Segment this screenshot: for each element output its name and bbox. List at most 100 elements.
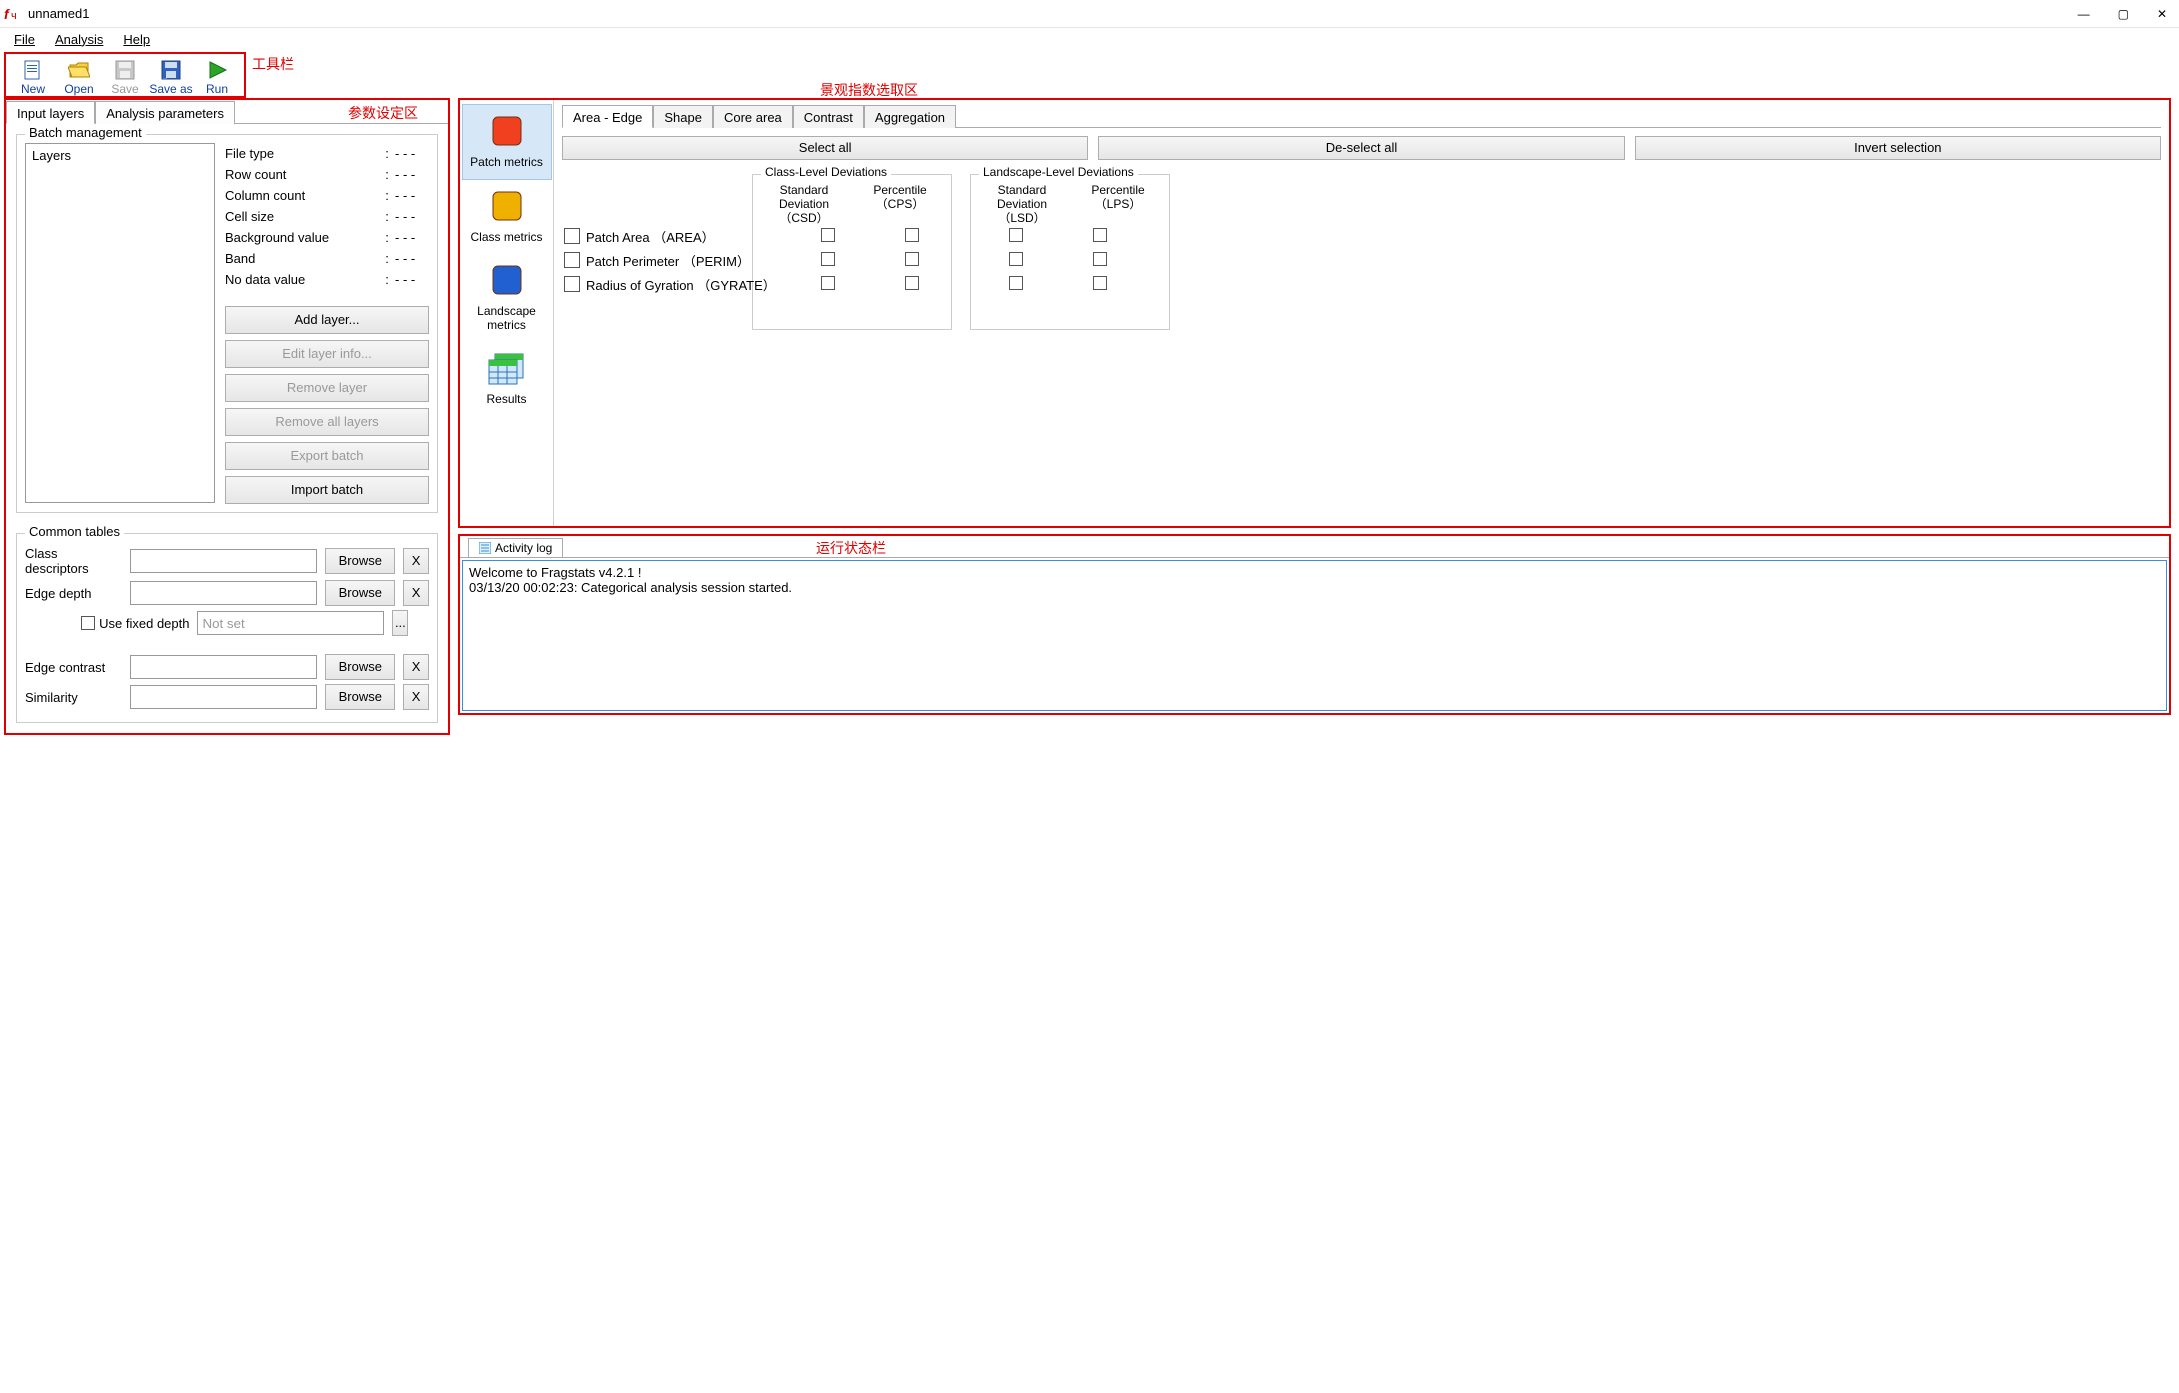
titlebar: fч unnamed1 — ▢ ✕ <box>0 0 2179 28</box>
select-all-button[interactable]: Select all <box>562 136 1088 160</box>
meta-row-1: Row count:- - - <box>225 164 429 185</box>
patch-icon <box>487 111 527 151</box>
tab-input-layers[interactable]: Input layers <box>6 101 95 124</box>
batch-legend: Batch management <box>25 125 146 140</box>
csd-checkbox-0[interactable] <box>821 228 835 242</box>
metric-checkbox-1[interactable] <box>564 252 580 268</box>
menu-file[interactable]: File <box>6 30 43 49</box>
de-select-all-button[interactable]: De-select all <box>1098 136 1624 160</box>
menu-help[interactable]: Help <box>115 30 158 49</box>
row-class-descriptors: Class descriptors Browse X <box>25 546 429 576</box>
add-button[interactable]: Add layer... <box>225 306 429 334</box>
close-button[interactable]: ✕ <box>2157 7 2167 21</box>
import-button[interactable]: Import batch <box>225 476 429 504</box>
activity-log-tab[interactable]: Activity log <box>468 538 563 557</box>
lps-checkbox-0[interactable] <box>1093 228 1107 242</box>
browse-edge-depth[interactable]: Browse <box>325 580 395 606</box>
activity-log-body[interactable]: Welcome to Fragstats v4.2.1 ! 03/13/20 0… <box>462 560 2167 711</box>
meta-row-0: File type:- - - <box>225 143 429 164</box>
svg-text:f: f <box>4 6 10 22</box>
metric-checkbox-2[interactable] <box>564 276 580 292</box>
new-button[interactable]: New <box>10 56 56 96</box>
csd-checkbox-2[interactable] <box>821 276 835 290</box>
browse-similarity[interactable]: Browse <box>325 684 395 710</box>
metric-checkbox-0[interactable] <box>564 228 580 244</box>
csd-checkbox-1[interactable] <box>821 252 835 266</box>
params-annotation: 参数设定区 <box>348 100 448 123</box>
nav-patch[interactable]: Patch metrics <box>462 104 552 180</box>
results-icon <box>487 348 527 388</box>
cps-checkbox-2[interactable] <box>905 276 919 290</box>
nav-results[interactable]: Results <box>462 342 552 416</box>
metric-tab-aggregation[interactable]: Aggregation <box>864 105 956 128</box>
cps-checkbox-1[interactable] <box>905 252 919 266</box>
metric-tab-contrast[interactable]: Contrast <box>793 105 864 128</box>
svg-text:...: ... <box>163 75 167 81</box>
clear-class-descriptors[interactable]: X <box>403 548 429 574</box>
folder-open-icon <box>67 58 91 82</box>
metric-row-2: Radius of Gyration （GYRATE） <box>562 272 2161 296</box>
lsd-checkbox-1[interactable] <box>1009 252 1023 266</box>
fixed-depth-value <box>197 611 384 635</box>
minimize-button[interactable]: — <box>2078 7 2090 21</box>
meta-row-2: Column count:- - - <box>225 185 429 206</box>
landscape-icon <box>487 260 527 300</box>
class-icon <box>487 186 527 226</box>
common-tables-group: Common tables Class descriptors Browse X… <box>16 533 438 723</box>
row-use-fixed-depth: Use fixed depth ... <box>25 610 429 636</box>
similarity-input[interactable] <box>130 685 317 709</box>
toolbar-annotation: 工具栏 <box>246 50 300 78</box>
svg-text:ч: ч <box>11 10 17 22</box>
edit-button: Edit layer info... <box>225 340 429 368</box>
common-legend: Common tables <box>25 524 124 539</box>
fixed-depth-more[interactable]: ... <box>392 610 408 636</box>
metrics-panel: Patch metricsClass metricsLandscape metr… <box>458 98 2171 528</box>
open-button[interactable]: Open <box>56 56 102 96</box>
run-button[interactable]: Run <box>194 56 240 96</box>
row-edge-contrast: Edge contrast Browse X <box>25 654 429 680</box>
row-edge-depth: Edge depth Browse X <box>25 580 429 606</box>
metric-tab-core-area[interactable]: Core area <box>713 105 793 128</box>
edge-depth-input[interactable] <box>130 581 317 605</box>
lsd-checkbox-0[interactable] <box>1009 228 1023 242</box>
maximize-button[interactable]: ▢ <box>2118 7 2129 21</box>
log-list-icon <box>479 542 491 554</box>
lsd-checkbox-2[interactable] <box>1009 276 1023 290</box>
lps-checkbox-2[interactable] <box>1093 276 1107 290</box>
metric-tab-shape[interactable]: Shape <box>653 105 713 128</box>
edge-contrast-input[interactable] <box>130 655 317 679</box>
metric-tab-area-edge[interactable]: Area - Edge <box>562 105 653 128</box>
nav-class[interactable]: Class metrics <box>462 180 552 254</box>
document-new-icon <box>21 58 45 82</box>
nav-landscape[interactable]: Landscape metrics <box>462 254 552 342</box>
activity-log-panel: 运行状态栏 Activity log Welcome to Fragstats … <box>458 534 2171 715</box>
menu-analysis[interactable]: Analysis <box>47 30 111 49</box>
log-annotation: 运行状态栏 <box>810 534 892 562</box>
floppy-saveas-icon: ... <box>159 58 183 82</box>
batch-management-group: Batch management Layers File type:- - -R… <box>16 134 438 513</box>
floppy-save-icon <box>113 58 137 82</box>
browse-class-descriptors[interactable]: Browse <box>325 548 395 574</box>
meta-row-6: No data value:- - - <box>225 269 429 290</box>
row-similarity: Similarity Browse X <box>25 684 429 710</box>
meta-row-3: Cell size:- - - <box>225 206 429 227</box>
metric-row-1: Patch Perimeter （PERIM） <box>562 248 2161 272</box>
window-title: unnamed1 <box>28 6 2078 21</box>
layers-list[interactable]: Layers <box>25 143 215 503</box>
class-descriptors-input[interactable] <box>130 549 317 573</box>
metric-row-0: Patch Area （AREA） <box>562 224 2161 248</box>
save-as-button[interactable]: ... Save as <box>148 56 194 96</box>
export-button: Export batch <box>225 442 429 470</box>
tab-analysis-parameters[interactable]: Analysis parameters <box>95 101 235 124</box>
removeall-button: Remove all layers <box>225 408 429 436</box>
layers-header: Layers <box>32 148 208 163</box>
lps-checkbox-1[interactable] <box>1093 252 1107 266</box>
cps-checkbox-0[interactable] <box>905 228 919 242</box>
browse-edge-contrast[interactable]: Browse <box>325 654 395 680</box>
invert-selection-button[interactable]: Invert selection <box>1635 136 2161 160</box>
menubar: File Analysis Help <box>0 28 2179 50</box>
clear-similarity[interactable]: X <box>403 684 429 710</box>
clear-edge-depth[interactable]: X <box>403 580 429 606</box>
use-fixed-depth-checkbox[interactable]: Use fixed depth <box>81 616 189 631</box>
clear-edge-contrast[interactable]: X <box>403 654 429 680</box>
